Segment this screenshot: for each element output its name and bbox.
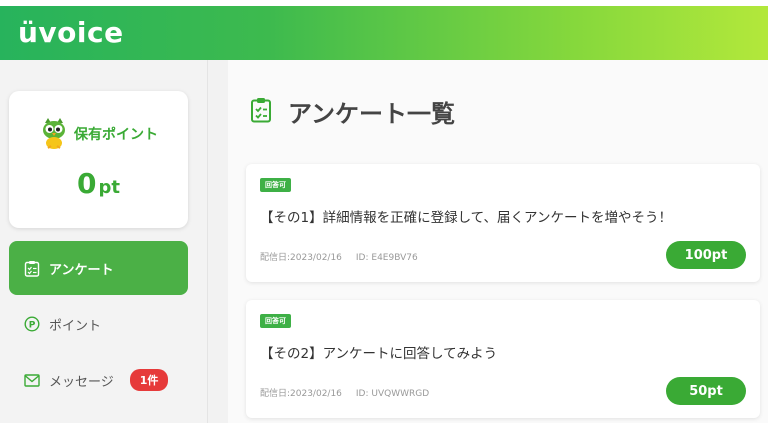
uvoice-logo[interactable]: üvoice xyxy=(18,16,124,49)
nav-label-messages: メッセージ xyxy=(49,374,114,390)
sidebar: 保有ポイント 0 pt アンケート P ポイント メッセージ 1件 xyxy=(0,60,208,423)
app-header: üvoice xyxy=(0,0,768,60)
page-title: アンケート一覧 xyxy=(288,100,456,128)
survey-meta: 配信日:2023/02/16 ID: E4E9BV76 xyxy=(260,250,432,263)
survey-title[interactable]: 【その1】詳細情報を正確に登録して、届くアンケートを増やそう！ xyxy=(260,206,672,226)
status-tag: 回答可 xyxy=(260,314,291,328)
survey-date: 配信日:2023/02/16 xyxy=(260,389,342,399)
survey-card[interactable]: 回答可 【その2】アンケートに回答してみよう 配信日:2023/02/16 ID:… xyxy=(246,300,760,418)
mascot-icon xyxy=(43,118,65,149)
nav-label-survey: アンケート xyxy=(49,262,114,278)
survey-card[interactable]: 回答可 【その1】詳細情報を正確に登録して、届くアンケートを増やそう！ 配信日:… xyxy=(246,164,760,282)
unread-badge: 1件 xyxy=(129,369,169,391)
mail-icon xyxy=(23,371,41,389)
survey-title[interactable]: 【その2】アンケートに回答してみよう xyxy=(260,342,497,362)
points-number: 0 xyxy=(77,167,97,200)
survey-points-button[interactable]: 50pt xyxy=(666,377,746,405)
survey-points-button[interactable]: 100pt xyxy=(666,241,746,269)
clipboard-icon xyxy=(23,259,41,277)
nav-item-points[interactable]: P ポイント xyxy=(9,297,188,351)
point-coin-icon: P xyxy=(23,315,41,333)
clipboard-icon xyxy=(251,98,271,123)
nav-item-survey[interactable]: アンケート xyxy=(9,241,188,295)
svg-text:P: P xyxy=(29,321,36,331)
status-tag: 回答可 xyxy=(260,178,291,192)
survey-id: ID: UVQWWRGD xyxy=(355,389,430,399)
points-label: 保有ポイント xyxy=(74,127,158,143)
main-content: アンケート一覧 回答可 【その1】詳細情報を正確に登録して、届くアンケートを増や… xyxy=(228,60,768,423)
points-unit: pt xyxy=(98,177,120,198)
survey-meta: 配信日:2023/02/16 ID: UVQWWRGD xyxy=(260,386,443,399)
points-card: 保有ポイント 0 pt xyxy=(9,91,188,228)
survey-id: ID: E4E9BV76 xyxy=(355,253,418,263)
nav-item-messages[interactable]: メッセージ 1件 xyxy=(9,353,188,407)
nav-label-points: ポイント xyxy=(49,318,102,334)
points-value: 0 pt xyxy=(9,167,188,200)
survey-date: 配信日:2023/02/16 xyxy=(260,253,342,263)
